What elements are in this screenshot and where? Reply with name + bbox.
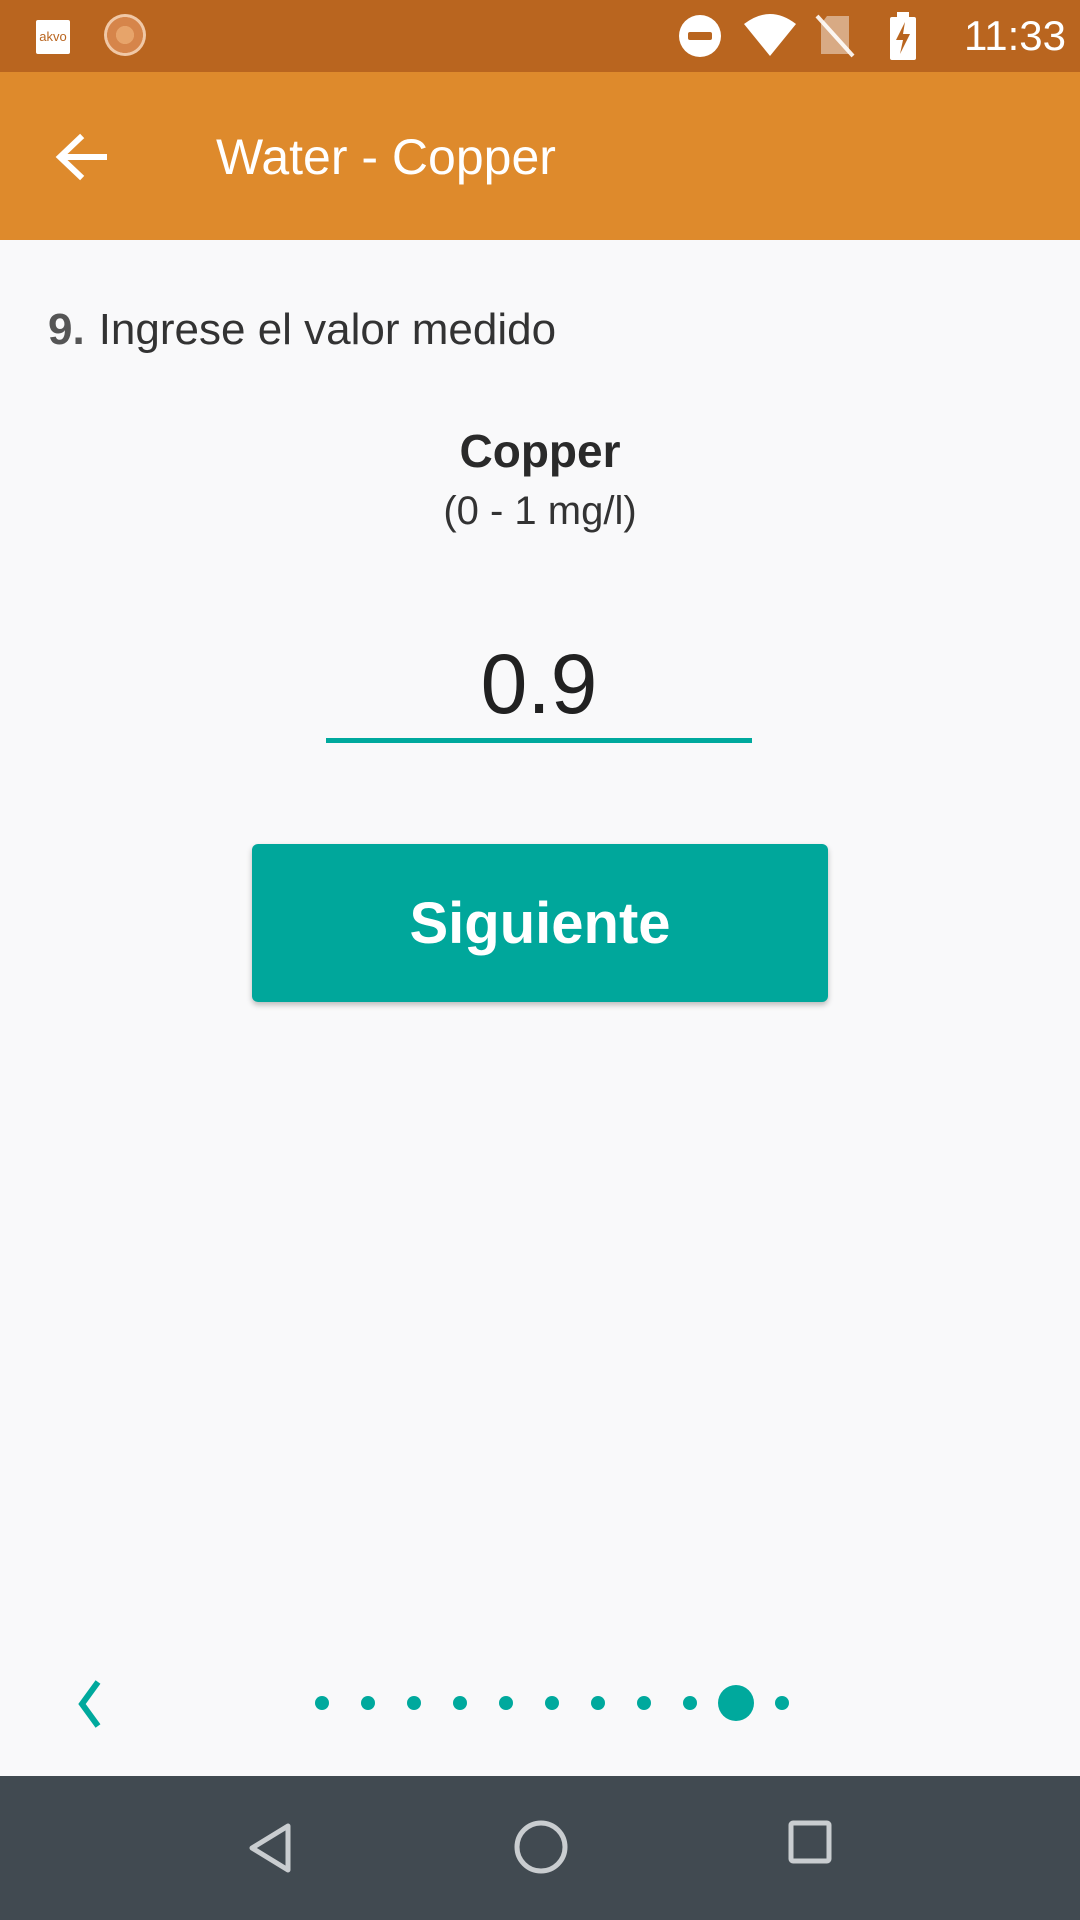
- status-bar: akvo 11:33: [0, 0, 1080, 72]
- arrow-back-icon[interactable]: [48, 124, 114, 190]
- page-dot: [453, 1696, 467, 1710]
- page-dot: [545, 1696, 559, 1710]
- akvo-app-icon: akvo: [36, 20, 70, 54]
- sync-app-icon: [104, 14, 146, 56]
- question-number: 9.: [48, 305, 85, 354]
- test-range: (0 - 1 mg/l): [443, 489, 637, 533]
- battery-charging-icon: [890, 12, 916, 60]
- page-dot: [407, 1696, 421, 1710]
- page-dot: [775, 1696, 789, 1710]
- page-dot: [315, 1696, 329, 1710]
- next-button[interactable]: Siguiente: [252, 844, 828, 1002]
- nav-back-icon[interactable]: [244, 1820, 300, 1876]
- page-dot: [683, 1696, 697, 1710]
- chevron-left-icon[interactable]: [66, 1676, 116, 1732]
- test-name: Copper: [459, 425, 621, 477]
- page-dot-active: [718, 1685, 754, 1721]
- do-not-disturb-icon: [679, 15, 721, 57]
- page-dot: [591, 1696, 605, 1710]
- page-dot: [499, 1696, 513, 1710]
- no-sim-icon: [815, 14, 855, 58]
- question-text: Ingrese el valor medido: [98, 305, 557, 354]
- navigation-bar: [0, 1776, 1080, 1920]
- page-dot: [361, 1696, 375, 1710]
- measured-value-input[interactable]: [326, 630, 752, 743]
- wifi-icon: [744, 14, 796, 56]
- page-title: Water - Copper: [216, 129, 556, 185]
- question-label: 9. Ingrese el valor medido: [48, 300, 556, 360]
- nav-recents-icon[interactable]: [788, 1820, 832, 1864]
- clock: 11:33: [964, 12, 1066, 59]
- page-dot: [637, 1696, 651, 1710]
- nav-home-icon[interactable]: [512, 1818, 570, 1876]
- app-toolbar: Water - Copper: [0, 72, 1080, 240]
